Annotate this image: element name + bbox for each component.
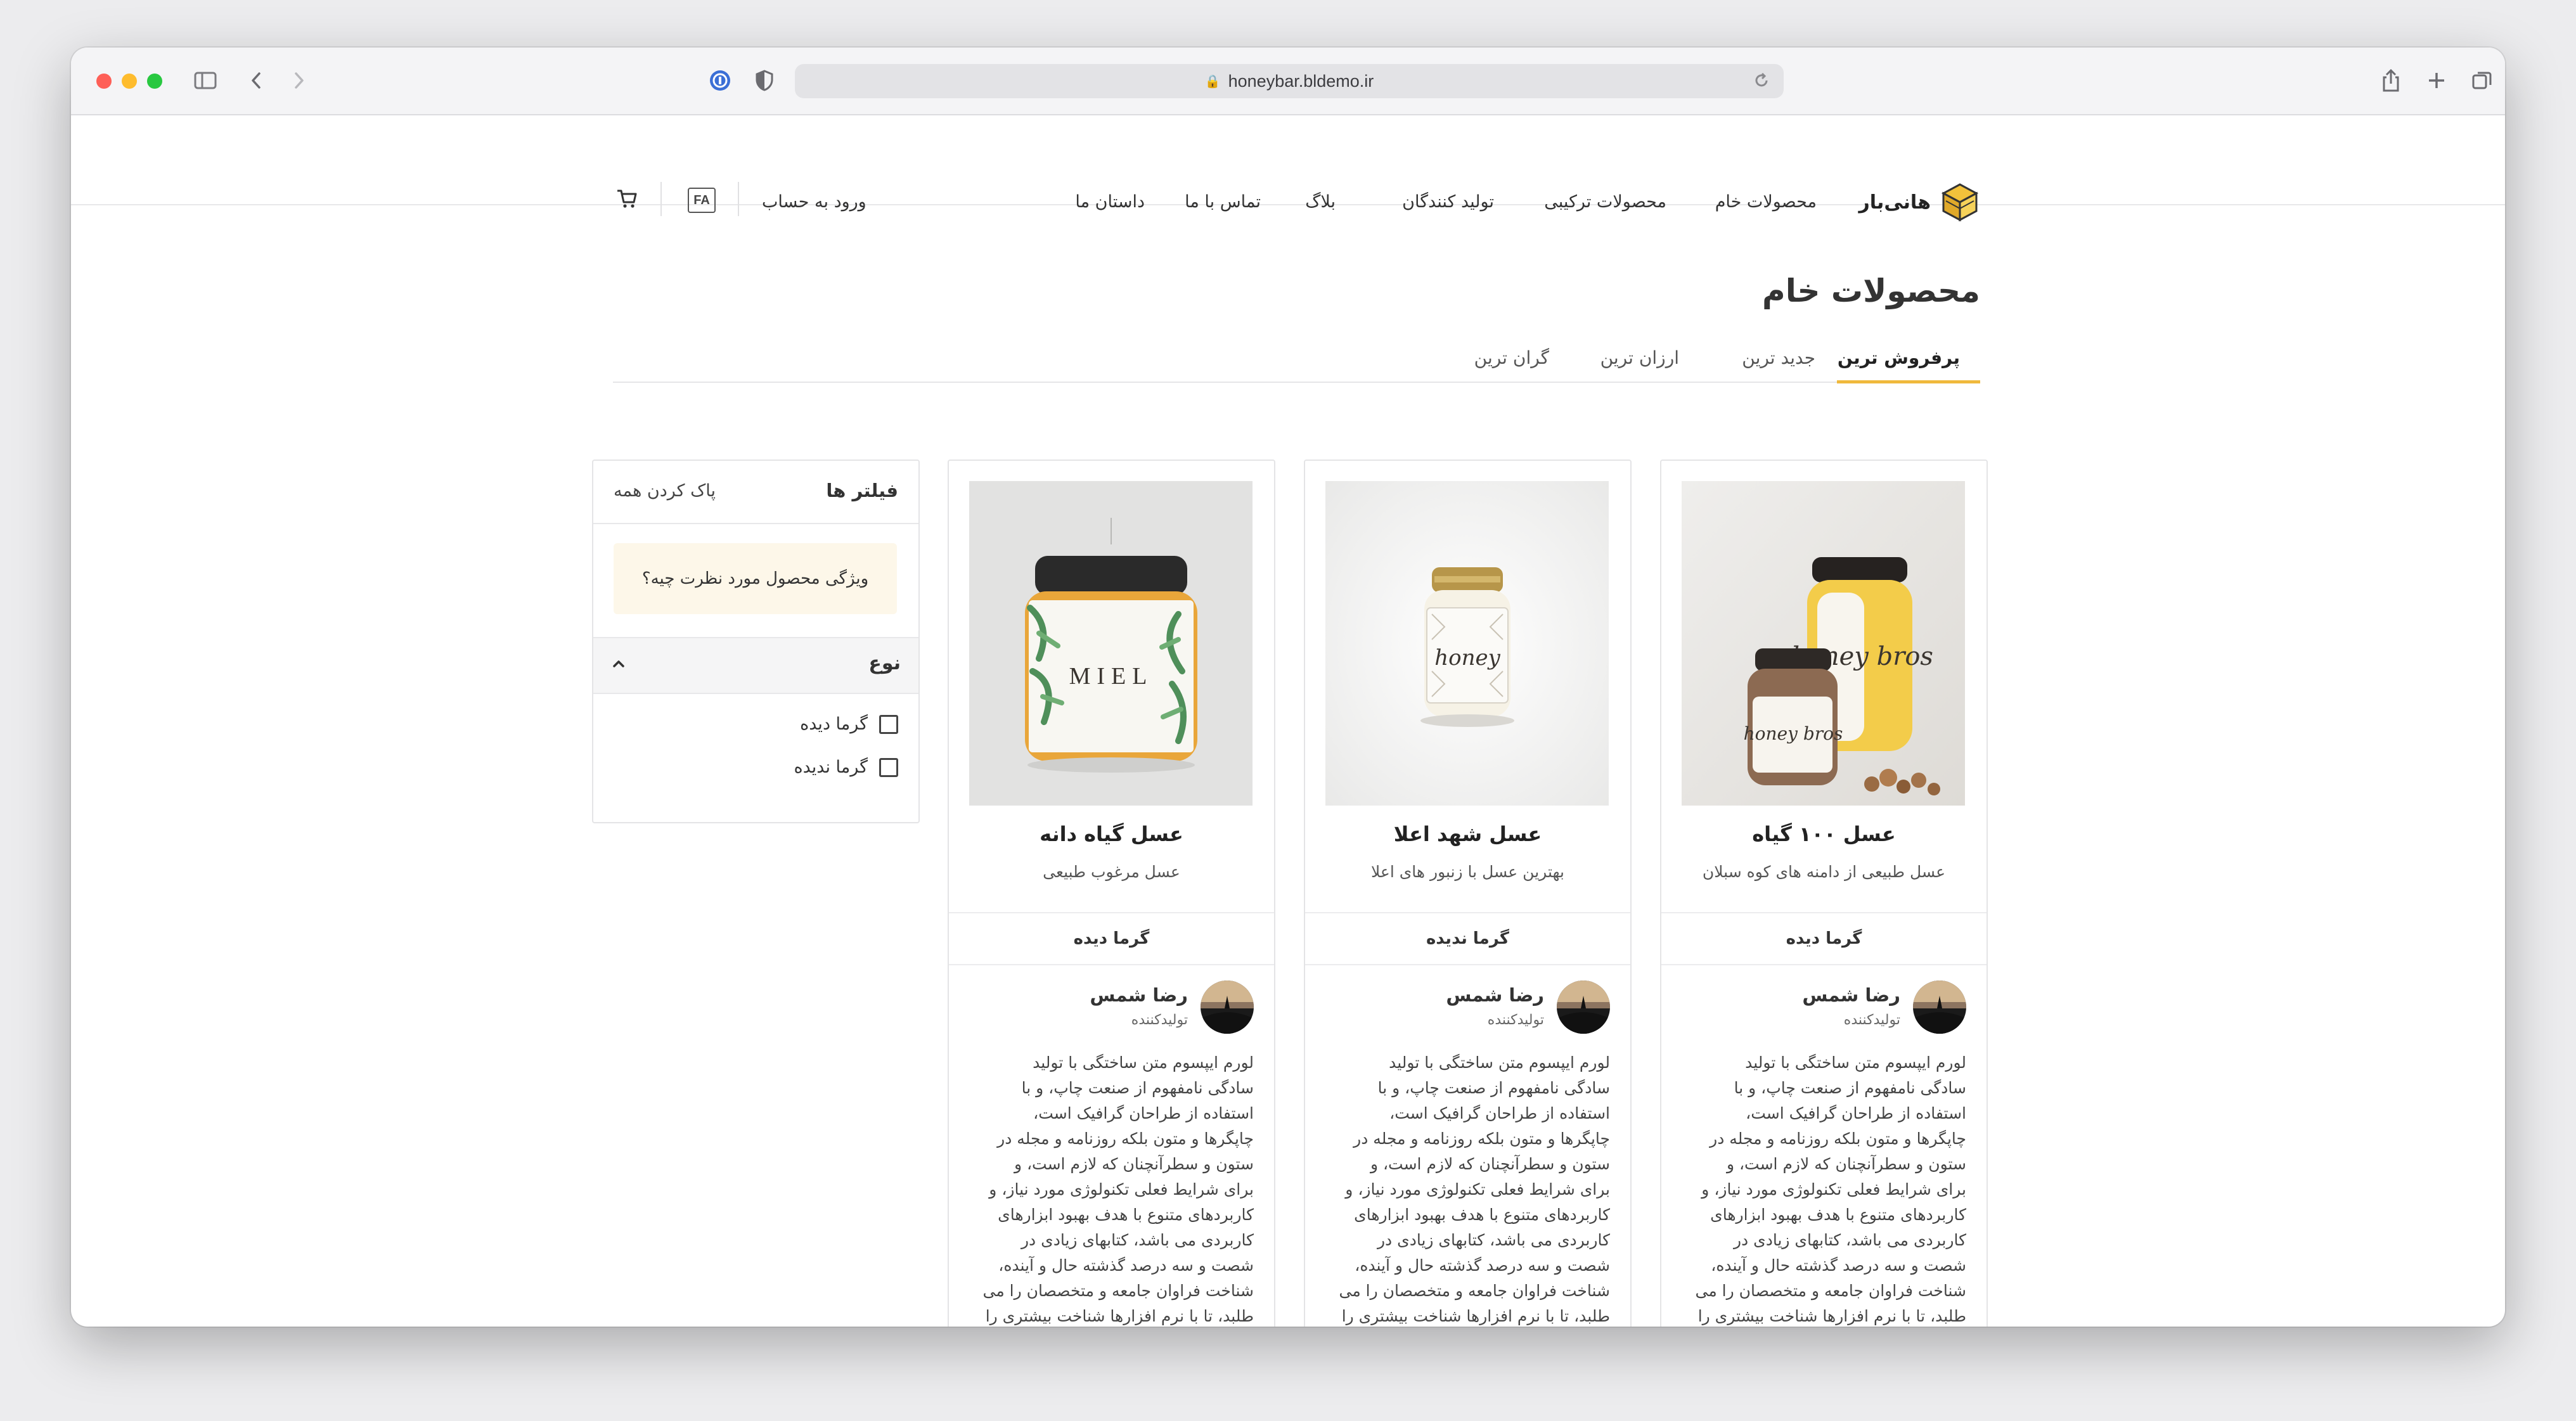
sort-tabs: پرفروش ترین جدید ترین ارزان ترین گران تر…: [613, 336, 1980, 383]
heat-treatment-text: گرما دیده: [1786, 929, 1862, 948]
tab-newest[interactable]: جدید ترین: [1742, 347, 1815, 368]
product-description: عسل مرغوب طبیعی: [1043, 863, 1180, 881]
producer-info[interactable]: رضا شمس تولیدکننده: [1682, 981, 1966, 1038]
login-link[interactable]: ورود به حساب: [762, 192, 866, 212]
nav-our-story[interactable]: داستان ما: [1075, 192, 1145, 212]
page-title: محصولات خام: [1762, 273, 1980, 309]
jar-label: MIEL: [1069, 663, 1154, 690]
avatar: [1201, 981, 1254, 1034]
active-tab-indicator: [1837, 380, 1980, 383]
clear-all-button[interactable]: پاک کردن همه: [614, 481, 716, 501]
nav-raw-products[interactable]: محصولات خام: [1715, 192, 1817, 212]
language-switch[interactable]: FA: [688, 188, 716, 213]
tab-most-expensive[interactable]: گران ترین: [1474, 347, 1549, 368]
producer-role: تولیدکننده: [1487, 1012, 1544, 1028]
producer-role: تولیدکننده: [1131, 1012, 1188, 1028]
product-name[interactable]: عسل ۱۰۰ گیاه: [1661, 822, 1987, 846]
reload-icon[interactable]: [1753, 72, 1770, 94]
product-card[interactable]: honey bros honey bros عسل ۱۰۰ گیاه عسل ط…: [1660, 460, 1988, 1327]
producer-info[interactable]: رضا شمس تولیدکننده: [1325, 981, 1610, 1038]
feature-prompt-text: ویژگی محصول مورد نظرت چیه؟: [641, 569, 869, 588]
product-description: عسل طبیعی از دامنه های کوه سبلان: [1702, 863, 1946, 881]
feature-prompt-box[interactable]: ویژگی محصول مورد نظرت چیه؟: [614, 543, 897, 614]
heat-treatment-badge: گرما دیده: [1661, 912, 1987, 965]
sidebar-toggle-icon[interactable]: [191, 65, 219, 96]
browser-toolbar: 🔒 honeybar.bldemo.ir: [71, 48, 2505, 115]
header-divider: [738, 182, 739, 216]
honeycomb-logo-icon: [1941, 183, 1979, 222]
type-filter-title: نوع: [868, 652, 901, 674]
lock-icon: 🔒: [1204, 74, 1221, 89]
nav-contact[interactable]: تماس با ما: [1185, 192, 1261, 212]
header-divider: [660, 182, 662, 216]
heat-treatment-badge: گرما دیده: [949, 912, 1274, 965]
tab-best-selling[interactable]: پرفروش ترین: [1838, 347, 1960, 368]
browser-window: 🔒 honeybar.bldemo.ir هانی‌بار محصولات خا…: [71, 48, 2505, 1327]
product-description: بهترین عسل با زنبور های اعلا: [1371, 863, 1564, 881]
product-long-description: لورم ایپسوم متن ساختگی با تولید سادگی نا…: [1339, 1053, 1610, 1325]
type-filter-header[interactable]: نوع: [593, 637, 918, 694]
password-icon[interactable]: [706, 65, 734, 96]
filter-header: فیلتر ها پاک کردن همه: [593, 461, 918, 524]
logo-text: هانی‌بار: [1858, 191, 1931, 214]
heat-treatment-text: گرما دیده: [1073, 929, 1150, 948]
filter-panel: فیلتر ها پاک کردن همه ویژگی محصول مورد ن…: [592, 460, 920, 823]
product-card[interactable]: MIEL عسل گیاه دانه عسل مرغوب طبیعی گرما …: [948, 460, 1275, 1327]
address-bar[interactable]: 🔒 honeybar.bldemo.ir: [795, 64, 1784, 98]
product-image: honey: [1325, 481, 1609, 806]
product-name[interactable]: عسل شهد اعلا: [1305, 822, 1630, 846]
minimize-window-button[interactable]: [122, 74, 137, 89]
avatar: [1913, 981, 1966, 1034]
producer-role: تولیدکننده: [1843, 1012, 1900, 1028]
chevron-up-icon[interactable]: [611, 656, 626, 674]
close-window-button[interactable]: [96, 74, 112, 89]
product-image: MIEL: [969, 481, 1253, 806]
producer-info[interactable]: رضا شمس تولیدکننده: [969, 981, 1254, 1038]
heat-treatment-badge: گرما ندیده: [1305, 912, 1630, 965]
forward-icon[interactable]: [287, 65, 312, 96]
producer-name: رضا شمس: [1446, 984, 1544, 1006]
heated-checkbox[interactable]: [879, 714, 898, 734]
back-icon[interactable]: [243, 65, 269, 96]
tab-overview-icon[interactable]: [2468, 65, 2496, 96]
avatar: [1557, 981, 1610, 1034]
product-name[interactable]: عسل گیاه دانه: [949, 822, 1274, 846]
cart-icon[interactable]: [613, 183, 641, 214]
shield-icon[interactable]: [750, 65, 778, 96]
heat-treatment-text: گرما ندیده: [1426, 929, 1510, 948]
site-header: [71, 115, 2505, 205]
product-long-description: لورم ایپسوم متن ساختگی با تولید سادگی نا…: [982, 1053, 1254, 1325]
product-card[interactable]: honey عسل شهد اعلا بهترین عسل با زنبور ه…: [1304, 460, 1632, 1327]
filter-option-unheated[interactable]: گرما ندیده: [794, 757, 898, 777]
filter-title: فیلتر ها: [826, 480, 898, 501]
unheated-checkbox[interactable]: [879, 757, 898, 777]
url-text: honeybar.bldemo.ir: [1228, 71, 1374, 91]
filter-option-heated[interactable]: گرما دیده: [800, 714, 898, 734]
heated-label: گرما دیده: [800, 714, 868, 734]
new-tab-icon[interactable]: [2423, 65, 2450, 96]
share-icon[interactable]: [2377, 65, 2405, 96]
unheated-label: گرما ندیده: [794, 757, 868, 777]
product-long-description: لورم ایپسوم متن ساختگی با تولید سادگی نا…: [1695, 1053, 1966, 1325]
nav-blog[interactable]: بلاگ: [1305, 192, 1336, 212]
producer-name: رضا شمس: [1090, 984, 1188, 1006]
nav-combined-products[interactable]: محصولات ترکیبی: [1544, 192, 1666, 212]
site-logo[interactable]: هانی‌بار: [1859, 182, 1980, 222]
zoom-window-button[interactable]: [147, 74, 162, 89]
jar-label: honey: [1434, 645, 1500, 671]
nav-producers[interactable]: تولید کنندگان: [1402, 192, 1494, 212]
product-image: honey bros honey bros: [1682, 481, 1965, 806]
producer-name: رضا شمس: [1802, 984, 1900, 1006]
tab-cheapest[interactable]: ارزان ترین: [1600, 347, 1679, 368]
jar-label: honey bros: [1744, 723, 1843, 744]
